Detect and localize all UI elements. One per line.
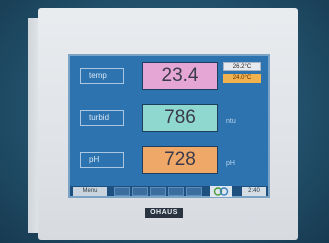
value-turbid: 786	[142, 104, 218, 132]
connection-status-icon	[210, 186, 232, 197]
badge-top: 26.2°C	[223, 62, 261, 71]
badge-bottom: 24.0°C	[223, 74, 261, 83]
brand-logo: OHAUS	[145, 208, 183, 218]
unit-turbid: ntu	[226, 118, 236, 125]
row-label-ph[interactable]: pH	[80, 152, 124, 168]
row-label-turbid[interactable]: turbid	[80, 110, 124, 126]
unit-ph: pH	[226, 160, 235, 167]
value-temp: 23.4	[142, 62, 218, 90]
toolbar-segment-5[interactable]	[186, 187, 202, 196]
toolbar-segment-2[interactable]	[132, 187, 148, 196]
display-screen: temp 23.4 26.2°C 24.0°C turbid 786 ntu p…	[68, 54, 270, 198]
menu-button[interactable]: Menu	[73, 187, 107, 196]
row-label-temp[interactable]: temp	[80, 68, 124, 84]
toolbar-segment-4[interactable]	[168, 187, 184, 196]
value-ph: 728	[142, 146, 218, 174]
toolbar-segment-3[interactable]	[150, 187, 166, 196]
time-display: 2:40	[242, 187, 266, 196]
toolbar-segment-1[interactable]	[114, 187, 130, 196]
